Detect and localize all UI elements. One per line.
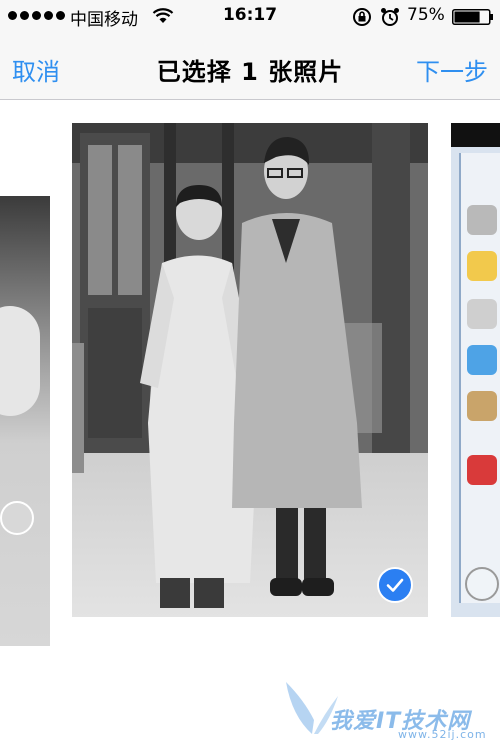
photos-flower-icon xyxy=(467,251,497,281)
photo-carousel[interactable] xyxy=(0,101,500,750)
folder-icon xyxy=(467,345,497,375)
next-step-button[interactable]: 下一步 xyxy=(416,52,488,87)
alarm-clock-icon xyxy=(381,8,399,26)
camera-icon xyxy=(467,299,497,329)
printer-icon xyxy=(467,455,497,485)
battery-icon xyxy=(452,9,493,25)
watermark-url: www.52ij.com xyxy=(398,728,487,741)
navigation-bar: 取消 已选择 1 张照片 下一步 xyxy=(0,32,500,100)
photo-image xyxy=(72,123,428,617)
settings-gear-icon xyxy=(467,205,497,235)
selected-checkmark-icon[interactable] xyxy=(377,567,413,603)
select-circle-icon[interactable] xyxy=(0,501,34,535)
status-bar: 中国移动 16:17 75% xyxy=(0,0,500,32)
select-circle-icon[interactable] xyxy=(465,567,499,601)
battery-percentage: 75% xyxy=(407,5,445,25)
photo-thumbnail-next[interactable] xyxy=(451,123,500,617)
orientation-lock-icon xyxy=(353,8,371,26)
clipboard-icon xyxy=(467,391,497,421)
photo-current[interactable] xyxy=(72,123,428,617)
photo-thumbnail-previous[interactable] xyxy=(0,196,50,646)
